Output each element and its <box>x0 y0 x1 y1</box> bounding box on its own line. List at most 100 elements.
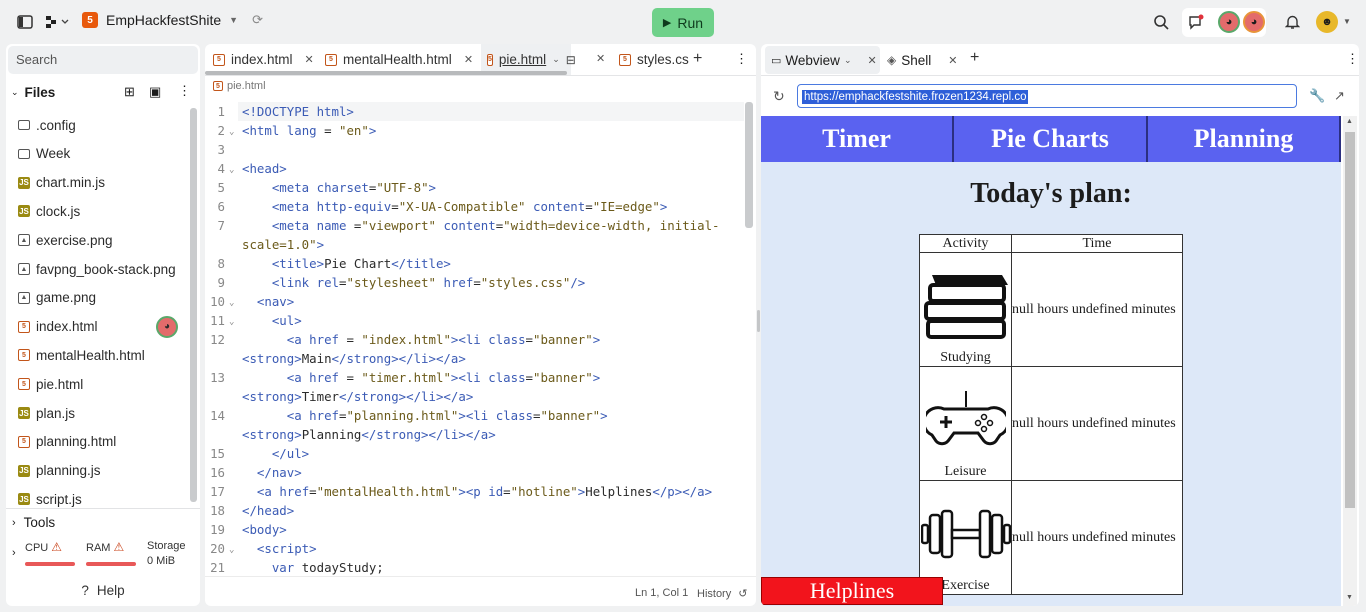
reload-icon[interactable]: ↻ <box>773 88 785 105</box>
storage-indicator[interactable]: Storage 0 MiB <box>147 540 186 567</box>
chevron-right-icon[interactable]: › <box>12 547 16 559</box>
file-name: planning.js <box>36 463 101 479</box>
tools-section[interactable]: › Tools <box>6 508 200 536</box>
open-new-window-icon[interactable]: ↗ <box>1334 88 1345 104</box>
file-item[interactable]: JS plan.js <box>18 401 188 425</box>
question-icon: ? <box>81 582 89 598</box>
help-button[interactable]: ? Help <box>8 578 198 602</box>
close-icon[interactable]: ✕ <box>867 54 876 67</box>
cpu-indicator[interactable]: CPU ⚠ <box>25 540 62 554</box>
new-folder-icon[interactable]: ▣ <box>149 84 161 100</box>
more-options-icon[interactable]: ⋮ <box>178 83 191 99</box>
storage-label: Storage <box>147 540 186 552</box>
file-item[interactable]: JS clock.js <box>18 199 188 223</box>
html-file-icon: 5 <box>213 81 223 91</box>
file-item[interactable]: 5 planning.html <box>18 430 188 454</box>
fold-icon[interactable]: ⌄ <box>229 317 234 327</box>
html-file-icon: 5 <box>18 320 30 333</box>
close-icon[interactable]: ✕ <box>305 53 314 66</box>
tab-shell[interactable]: ◈ Shell ✕ <box>887 46 967 74</box>
history-button[interactable]: History ↺ <box>697 587 748 600</box>
more-options-icon[interactable]: ⋮ <box>1346 51 1359 67</box>
file-item[interactable]: JS chart.min.js <box>18 171 188 195</box>
activity-cell: Studying <box>919 252 1012 367</box>
close-icon[interactable]: ✕ <box>464 53 473 66</box>
fold-icon[interactable]: ⌄ <box>229 545 234 555</box>
table-row: Exercise null hours undefined minutes <box>919 480 1183 595</box>
new-tab-icon[interactable]: + <box>970 49 979 67</box>
tab-scrollbar[interactable] <box>205 71 567 75</box>
webview-scrollbar[interactable] <box>1345 132 1355 508</box>
editor-scrollbar[interactable] <box>745 102 753 228</box>
close-icon[interactable]: ✕ <box>596 52 605 65</box>
fold-icon[interactable]: ⌄ <box>229 127 234 137</box>
scroll-down-icon[interactable]: ▼ <box>1346 594 1353 601</box>
replit-menu-icon[interactable] <box>44 13 72 31</box>
nav-pie-charts[interactable]: Pie Charts <box>954 116 1148 162</box>
time-cell: null hours undefined minutes <box>1011 252 1183 367</box>
line-number: 2 <box>217 123 225 138</box>
chevron-down-icon[interactable]: ⌄ <box>552 54 560 65</box>
more-options-icon[interactable]: ⋮ <box>735 51 748 67</box>
file-item[interactable]: .config <box>18 113 188 137</box>
search-icon[interactable] <box>1152 13 1170 31</box>
code-area[interactable]: 1 2 3 4 5 6 7 8 9 10 11 12 13 14 15 16 1… <box>205 102 745 575</box>
table-row: Leisure null hours undefined minutes <box>919 366 1183 481</box>
new-tab-icon[interactable]: + <box>693 50 702 68</box>
pane-resize-handle[interactable] <box>757 310 760 332</box>
scroll-up-icon[interactable]: ▲ <box>1346 118 1353 125</box>
url-input[interactable]: https://emphackfestshite.frozen1234.repl… <box>797 84 1297 108</box>
code-line: <head> <box>242 161 287 176</box>
code-line: <a href = "index.html"><li class="banner… <box>286 332 601 347</box>
file-item[interactable]: ▲ game.png <box>18 286 188 310</box>
image-file-icon: ▲ <box>18 263 30 275</box>
chevron-right-icon: › <box>12 516 16 529</box>
tab-styles-css[interactable]: 5 styles.cs <box>619 44 699 75</box>
search-input[interactable]: Search <box>8 46 198 74</box>
helplines-link[interactable]: Helplines <box>761 577 943 605</box>
tab-webview[interactable]: ▭ Webview ⌄ ✕ <box>765 46 880 74</box>
fold-icon[interactable]: ⌄ <box>229 298 234 308</box>
sidebar-toggle-icon[interactable] <box>16 13 34 31</box>
file-item[interactable]: 5 pie.html <box>18 372 188 396</box>
chevron-down-icon[interactable]: ▼ <box>1343 17 1351 26</box>
nav-timer[interactable]: Timer <box>761 116 954 162</box>
chevron-down-icon[interactable]: ⌄ <box>844 55 852 66</box>
file-item[interactable]: 5 index.html ◕ <box>18 315 188 339</box>
code-line: <!DOCTYPE html> <box>242 104 354 119</box>
collaborator-avatar[interactable]: ◕ <box>1218 11 1240 33</box>
user-avatar[interactable]: ☻ <box>1316 11 1338 33</box>
file-item[interactable]: Week <box>18 142 188 166</box>
code-line: </head> <box>242 503 295 518</box>
file-item[interactable]: 5 mentalHealth.html <box>18 343 188 367</box>
file-item[interactable]: JS planning.js <box>18 459 188 483</box>
run-button[interactable]: ▶ Run <box>652 8 714 37</box>
new-file-icon[interactable]: ⊞ <box>124 84 135 100</box>
play-icon: ▶ <box>662 17 672 29</box>
nav-planning[interactable]: Planning <box>1148 116 1341 162</box>
breadcrumb-file[interactable]: pie.html <box>227 80 266 92</box>
line-number: 16 <box>210 465 225 480</box>
chat-icon[interactable] <box>1187 13 1205 31</box>
js-file-icon: JS <box>18 176 30 189</box>
line-number: 19 <box>210 522 225 537</box>
line-number: 20 <box>210 541 225 556</box>
code-line: <ul> <box>271 313 302 328</box>
devtools-icon[interactable]: 🔧 <box>1309 88 1325 104</box>
file-item[interactable]: ▲ favpng_book-stack.png <box>18 257 188 281</box>
activity-label: Studying <box>940 350 991 365</box>
ram-indicator[interactable]: RAM ⚠ <box>86 540 124 554</box>
chevron-down-icon[interactable]: ⌄ <box>11 87 19 98</box>
file-item[interactable]: ▲ exercise.png <box>18 228 188 252</box>
split-view-icon[interactable]: ⊟ <box>566 53 576 67</box>
close-icon[interactable]: ✕ <box>948 54 957 67</box>
code-line: <meta http-equiv="X-UA-Compatible" conte… <box>271 199 668 214</box>
cursor-position[interactable]: Ln 1, Col 1 <box>635 587 688 599</box>
bell-icon[interactable] <box>1283 13 1301 31</box>
fold-icon[interactable]: ⌄ <box>229 165 234 175</box>
collaborator-avatar[interactable]: ◕ <box>1243 11 1265 33</box>
monitor-icon: ▭ <box>771 54 782 67</box>
project-title[interactable]: 5 EmpHackfestShite ▼ ⟳ <box>82 12 263 28</box>
line-number: 1 <box>217 104 225 119</box>
sidebar-scrollbar[interactable] <box>190 108 197 502</box>
